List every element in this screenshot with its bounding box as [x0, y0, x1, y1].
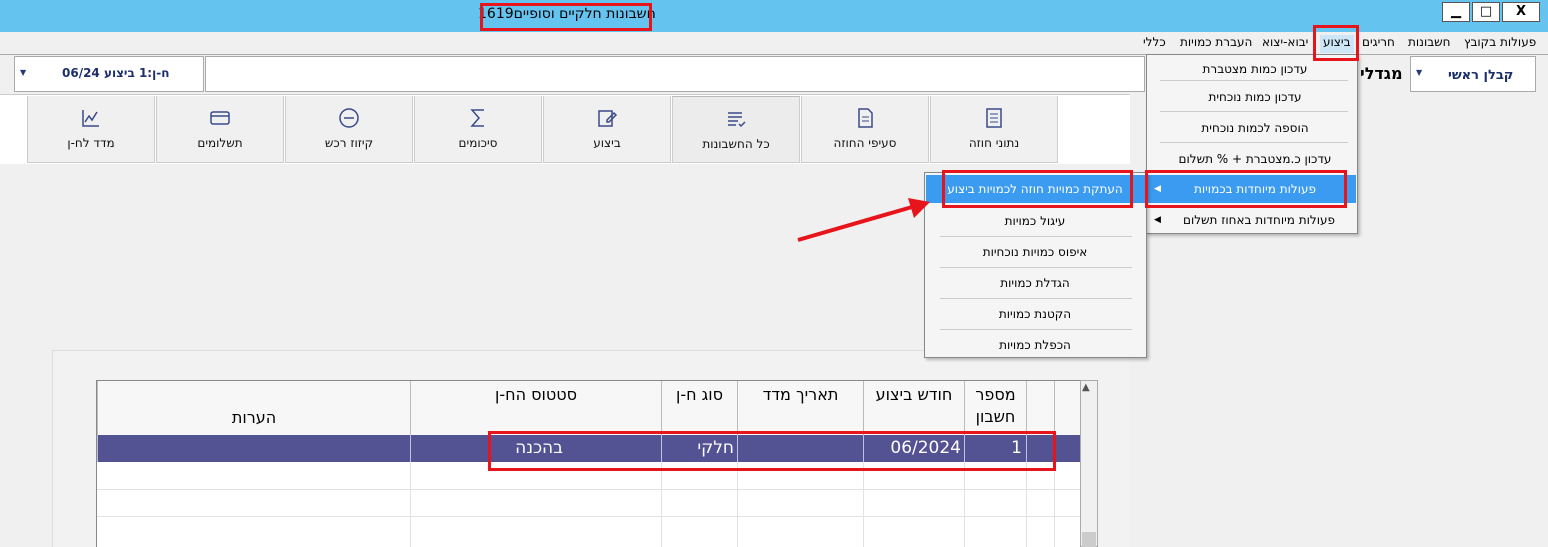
grid-line: [1026, 462, 1027, 547]
minus-circle-icon: [339, 108, 359, 128]
submenu-item-copy-contract-quantities[interactable]: העתקת כמויות חוזה לכמויות ביצוע: [938, 174, 1132, 204]
submenu-item-decrease-quantities[interactable]: הקטנת כמויות: [938, 299, 1132, 329]
grid-header-spacer: [1026, 381, 1054, 435]
submenu-item-increase-quantities[interactable]: הגדלת כמויות: [938, 268, 1132, 298]
tab-label: נתוני חוזה: [968, 136, 1020, 150]
grid-line: [737, 462, 738, 547]
menu-exceptions[interactable]: חריגים: [1362, 35, 1395, 53]
scroll-up-icon[interactable]: ▲: [1082, 382, 1090, 393]
submenu-arrow-icon: ◀: [1154, 184, 1161, 194]
title-label: חשבונות חלקיים וסופיים: [513, 6, 656, 22]
grid-header-month[interactable]: חודש ביצוע: [863, 381, 964, 435]
grid-header-spacer: [1054, 381, 1080, 435]
grid-header-status[interactable]: סטטוס הח-ן: [410, 381, 661, 435]
tab-execution[interactable]: ביצוע: [543, 96, 671, 163]
edit-icon: [598, 110, 618, 127]
grid-line: [97, 516, 1080, 517]
tab-summaries[interactable]: סיכומים: [414, 96, 542, 163]
tab-all-accounts[interactable]: כל החשבונות: [672, 96, 800, 163]
card-icon: [210, 111, 230, 125]
grid-scrollbar[interactable]: [1080, 380, 1098, 547]
submenu-item-reset-current[interactable]: איפוס כמויות נוכחיות: [938, 237, 1132, 267]
tab-payments[interactable]: תשלומים: [156, 96, 284, 163]
tab-contract-data[interactable]: נתוני חוזה: [930, 96, 1058, 163]
row-notes[interactable]: [97, 435, 410, 462]
scroll-thumb[interactable]: [1082, 532, 1096, 547]
tab-purchase-offset[interactable]: קיזוז רכש: [285, 96, 413, 163]
tab-label: ביצוע: [593, 136, 621, 150]
submenu-item-round-quantities[interactable]: עיגול כמויות: [938, 206, 1132, 236]
document-icon: [858, 108, 873, 128]
table-row-cell[interactable]: [1054, 435, 1080, 462]
grid-line: [863, 462, 864, 547]
chevron-down-icon[interactable]: ▼: [1416, 68, 1422, 77]
row-month[interactable]: 06/2024: [863, 435, 964, 462]
menu-item-update-current[interactable]: עדכון כמות נוכחית: [1160, 82, 1350, 112]
account-select-value: ח-ן:1 ביצוע 06/24: [62, 66, 170, 80]
window-title: 1619חשבונות חלקיים וסופיים: [478, 6, 778, 26]
menu-general[interactable]: כללי: [1143, 35, 1166, 53]
grid-line: [97, 489, 1080, 490]
grid-header-account[interactable]: מספר חשבון: [964, 381, 1026, 435]
minimize-button[interactable]: ▁: [1442, 2, 1470, 22]
annotation-arrow-icon: [797, 198, 930, 242]
menu-bar: [0, 32, 1548, 54]
tab-label: תשלומים: [197, 136, 243, 150]
grid-header-type[interactable]: סוג ח-ן: [661, 381, 737, 435]
menu-transfer-quantities[interactable]: העברת כמויות: [1180, 35, 1252, 53]
grid-line: [964, 462, 965, 547]
menu-file-actions[interactable]: פעולות בקובץ: [1464, 35, 1536, 53]
notebook-icon: [986, 108, 1002, 128]
title-number: 1619: [478, 6, 514, 22]
project-name-field: [205, 56, 1145, 92]
close-button[interactable]: X: [1502, 2, 1540, 22]
sigma-icon: [470, 109, 484, 127]
menu-import-export[interactable]: יבוא-יצוא: [1262, 35, 1308, 53]
menu-separator: [1160, 111, 1348, 112]
maximize-button[interactable]: □: [1472, 2, 1500, 22]
row-type[interactable]: חלקי: [661, 435, 737, 462]
menu-item-special-percent[interactable]: פעולות מיוחדות באחוז תשלום: [1164, 205, 1354, 235]
tab-account-index[interactable]: מדד לח-ן: [27, 96, 155, 163]
tab-label: קיזוז רכש: [324, 136, 374, 150]
grid-header-notes[interactable]: הערות: [97, 381, 410, 435]
row-account[interactable]: 1: [964, 435, 1026, 462]
grid-line: [1054, 462, 1055, 547]
menu-separator: [1160, 142, 1348, 143]
grid-line: [661, 462, 662, 547]
table-row-cell[interactable]: [1026, 435, 1054, 462]
tab-label: כל החשבונות: [702, 137, 770, 151]
menu-item-add-current[interactable]: הוספה לכמות נוכחית: [1160, 113, 1350, 143]
menu-item-update-cumulative-percent[interactable]: עדכון כ.מצטברת + % תשלום: [1160, 144, 1350, 174]
chart-icon: [82, 110, 99, 127]
tab-label: סעיפי החוזה: [833, 136, 897, 150]
tab-label: סיכומים: [458, 136, 498, 150]
grid-empty-rows: [97, 462, 1080, 547]
menu-item-special-quantities[interactable]: פעולות מיוחדות בכמויות: [1160, 174, 1350, 204]
tab-label: מדד לח-ן: [67, 136, 115, 150]
chevron-down-icon[interactable]: ▼: [20, 68, 26, 77]
row-status[interactable]: בהכנה: [410, 435, 661, 462]
menu-execution[interactable]: ביצוע: [1320, 35, 1354, 53]
grid-header-index-date[interactable]: תאריך מדד: [737, 381, 863, 435]
tab-contract-items[interactable]: סעיפי החוזה: [801, 96, 929, 163]
grid-line: [410, 462, 411, 547]
project-name-partial: מגדלי: [1360, 64, 1403, 83]
submenu-item-multiply-quantities[interactable]: הכפלת כמויות: [938, 330, 1132, 360]
contractor-select-value: קבלן ראשי: [1448, 68, 1514, 83]
list-check-icon: [728, 112, 746, 128]
row-index-date[interactable]: [737, 435, 863, 462]
menu-separator: [1160, 80, 1348, 81]
menu-accounts[interactable]: חשבונות: [1408, 35, 1451, 53]
submenu-arrow-icon: ◀: [1154, 215, 1161, 225]
